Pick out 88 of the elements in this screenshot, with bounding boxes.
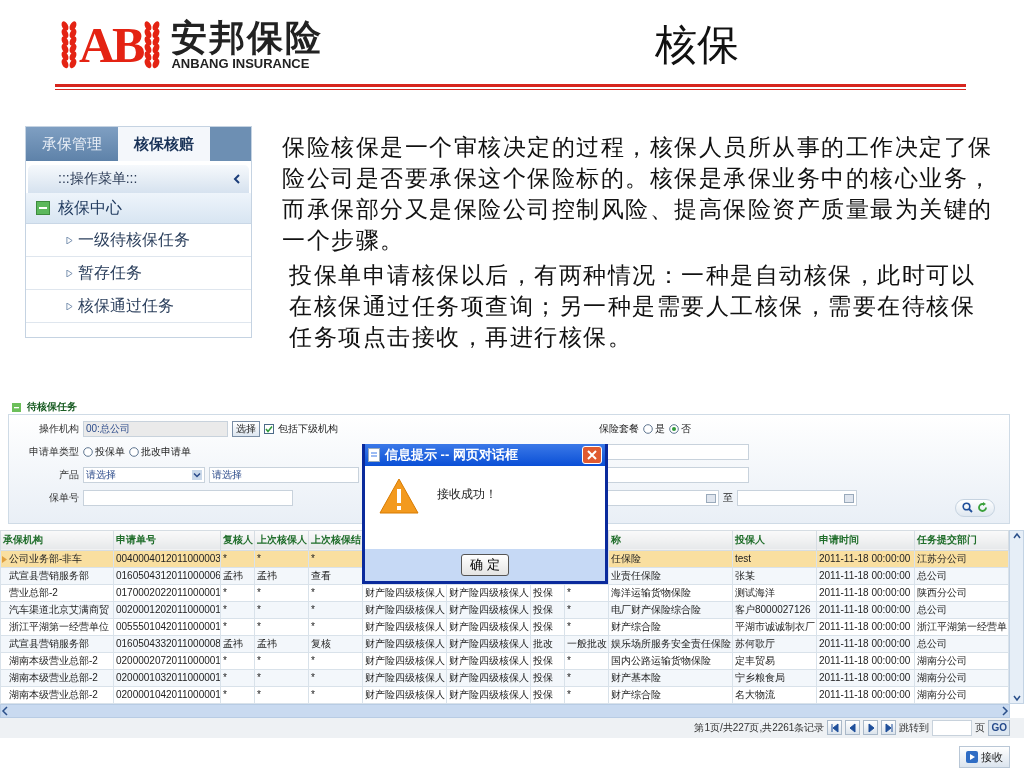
radio-button[interactable] — [669, 424, 679, 434]
next-icon — [865, 722, 876, 733]
minus-box-icon[interactable] — [36, 201, 50, 215]
menu-item-label: 核保通过任务 — [78, 295, 174, 316]
dropdown[interactable]: 请选择 — [83, 467, 205, 483]
first-page-icon — [829, 722, 840, 733]
receive-button[interactable]: 接收 — [959, 746, 1010, 768]
column-header: 上次核保结 — [308, 530, 363, 551]
menu-item-label: 一级待核保任务 — [78, 229, 190, 250]
radio-button[interactable] — [129, 447, 139, 457]
radio-label: 是 — [655, 422, 665, 436]
triangle-icon — [66, 236, 73, 244]
menu-item[interactable]: 一级待核保任务 — [26, 224, 251, 257]
ok-button[interactable]: 确 定 — [461, 553, 509, 576]
pager-button[interactable] — [827, 720, 843, 736]
play-icon — [966, 751, 978, 763]
field-label: 产品 — [58, 468, 79, 482]
column-header: 称 — [608, 530, 733, 551]
checkbox-label: 包括下级机构 — [278, 422, 338, 436]
row-pointer-icon — [2, 555, 7, 563]
dialog-message: 接收成功！ — [437, 485, 497, 503]
paragraph: 投保单申请核保以后，有两种情况：一种是自动核保，此时可以在核保通过任务项查询；另一种是需要人工核保，需要在待核保任务项点击接收，再进行核保。 — [289, 261, 976, 352]
pager-button[interactable] — [881, 720, 897, 736]
input-field[interactable]: 00:总公司 — [83, 421, 228, 437]
menu-item[interactable]: 核保通过任务 — [26, 290, 251, 323]
column-header: 复核人 — [220, 530, 255, 551]
menu-group[interactable]: 核保中心 — [26, 193, 251, 224]
previous-icon — [847, 722, 858, 733]
radio-button[interactable] — [83, 447, 93, 457]
field-label: 保险套餐 — [599, 422, 639, 436]
radio-label: 投保单 — [95, 445, 125, 459]
last-page-icon — [883, 722, 894, 733]
minus-box-icon[interactable] — [12, 402, 21, 412]
chevron-left-icon[interactable] — [233, 174, 241, 184]
triangle-icon — [66, 269, 73, 277]
triangle-icon — [66, 302, 73, 310]
refresh-icon[interactable] — [977, 502, 988, 514]
radio-button[interactable] — [643, 424, 653, 434]
column-header: 申请单号 — [113, 530, 221, 551]
radio-label: 否 — [681, 422, 691, 436]
logo-mark: AB — [79, 20, 143, 70]
menu-item-label: 暂存任务 — [78, 262, 142, 283]
logo-subtitle: ANBANG INSURANCE — [171, 56, 311, 72]
pager-button[interactable] — [845, 720, 861, 736]
column-header: 上次核保人 — [254, 530, 309, 551]
column-header: 任务提交部门 — [914, 530, 1009, 551]
jump-label: 跳转到 — [899, 720, 930, 735]
date-field[interactable] — [737, 490, 857, 506]
dialog-title: 信息提示 -- 网页对话框 — [385, 445, 518, 464]
pager-button[interactable] — [863, 720, 879, 736]
wheat-icon — [60, 20, 78, 70]
input-field[interactable]: 请选择 — [209, 467, 359, 483]
menu-group-label: 核保中心 — [58, 197, 122, 218]
calendar-icon[interactable] — [844, 493, 854, 503]
calendar-icon[interactable] — [706, 493, 716, 503]
paragraph: 保险核保是一个审核决定的过程，核保人员所从事的工作决定了保险公司是否要承保这个保险标的。核保是承保业务中的核心业务，而承保部分又是保险公司控制风险、提高保险资产质量最为关键的一个步骤。 — [282, 133, 994, 255]
warning-icon — [379, 477, 419, 514]
menu-header-title: :::操作菜单::: — [58, 170, 138, 188]
chevron-up-icon[interactable] — [1011, 530, 1022, 541]
chevron-left-icon[interactable] — [1, 705, 9, 716]
page-summary: 第1页/共227页,共2261条记录 — [694, 720, 825, 735]
select-button[interactable]: 选择 — [232, 421, 260, 437]
column-header: 承保机构 — [0, 530, 114, 551]
search-icon[interactable] — [962, 502, 973, 514]
slide-title: 核保 — [655, 19, 739, 71]
page-input[interactable] — [932, 719, 973, 736]
chevron-right-icon[interactable] — [1001, 705, 1009, 716]
field-label: 保单号 — [48, 491, 79, 505]
wheat-icon — [143, 20, 162, 70]
menu-tab[interactable]: 核保核赔 — [118, 127, 210, 161]
go-button[interactable]: GO — [988, 719, 1010, 736]
close-button[interactable] — [582, 445, 602, 464]
logo-name: 安邦保险 — [171, 18, 324, 57]
column-header: 投保人 — [732, 530, 817, 551]
input-field[interactable] — [83, 490, 293, 506]
range-separator: 至 — [723, 491, 733, 505]
chevron-down-icon — [192, 470, 202, 480]
section-title: 待核保任务 — [27, 400, 77, 414]
page-unit: 页 — [975, 720, 986, 735]
vertical-scrollbar[interactable] — [1009, 529, 1024, 704]
radio-label: 批改申请单 — [141, 445, 191, 459]
field-label: 申请单类型 — [28, 445, 79, 459]
close-icon — [587, 449, 597, 460]
field-label: 操作机构 — [38, 422, 79, 436]
checkbox[interactable] — [264, 424, 274, 434]
page-icon — [368, 447, 380, 462]
menu-item[interactable]: 暂存任务 — [26, 257, 251, 290]
column-header: 申请时间 — [816, 530, 915, 551]
